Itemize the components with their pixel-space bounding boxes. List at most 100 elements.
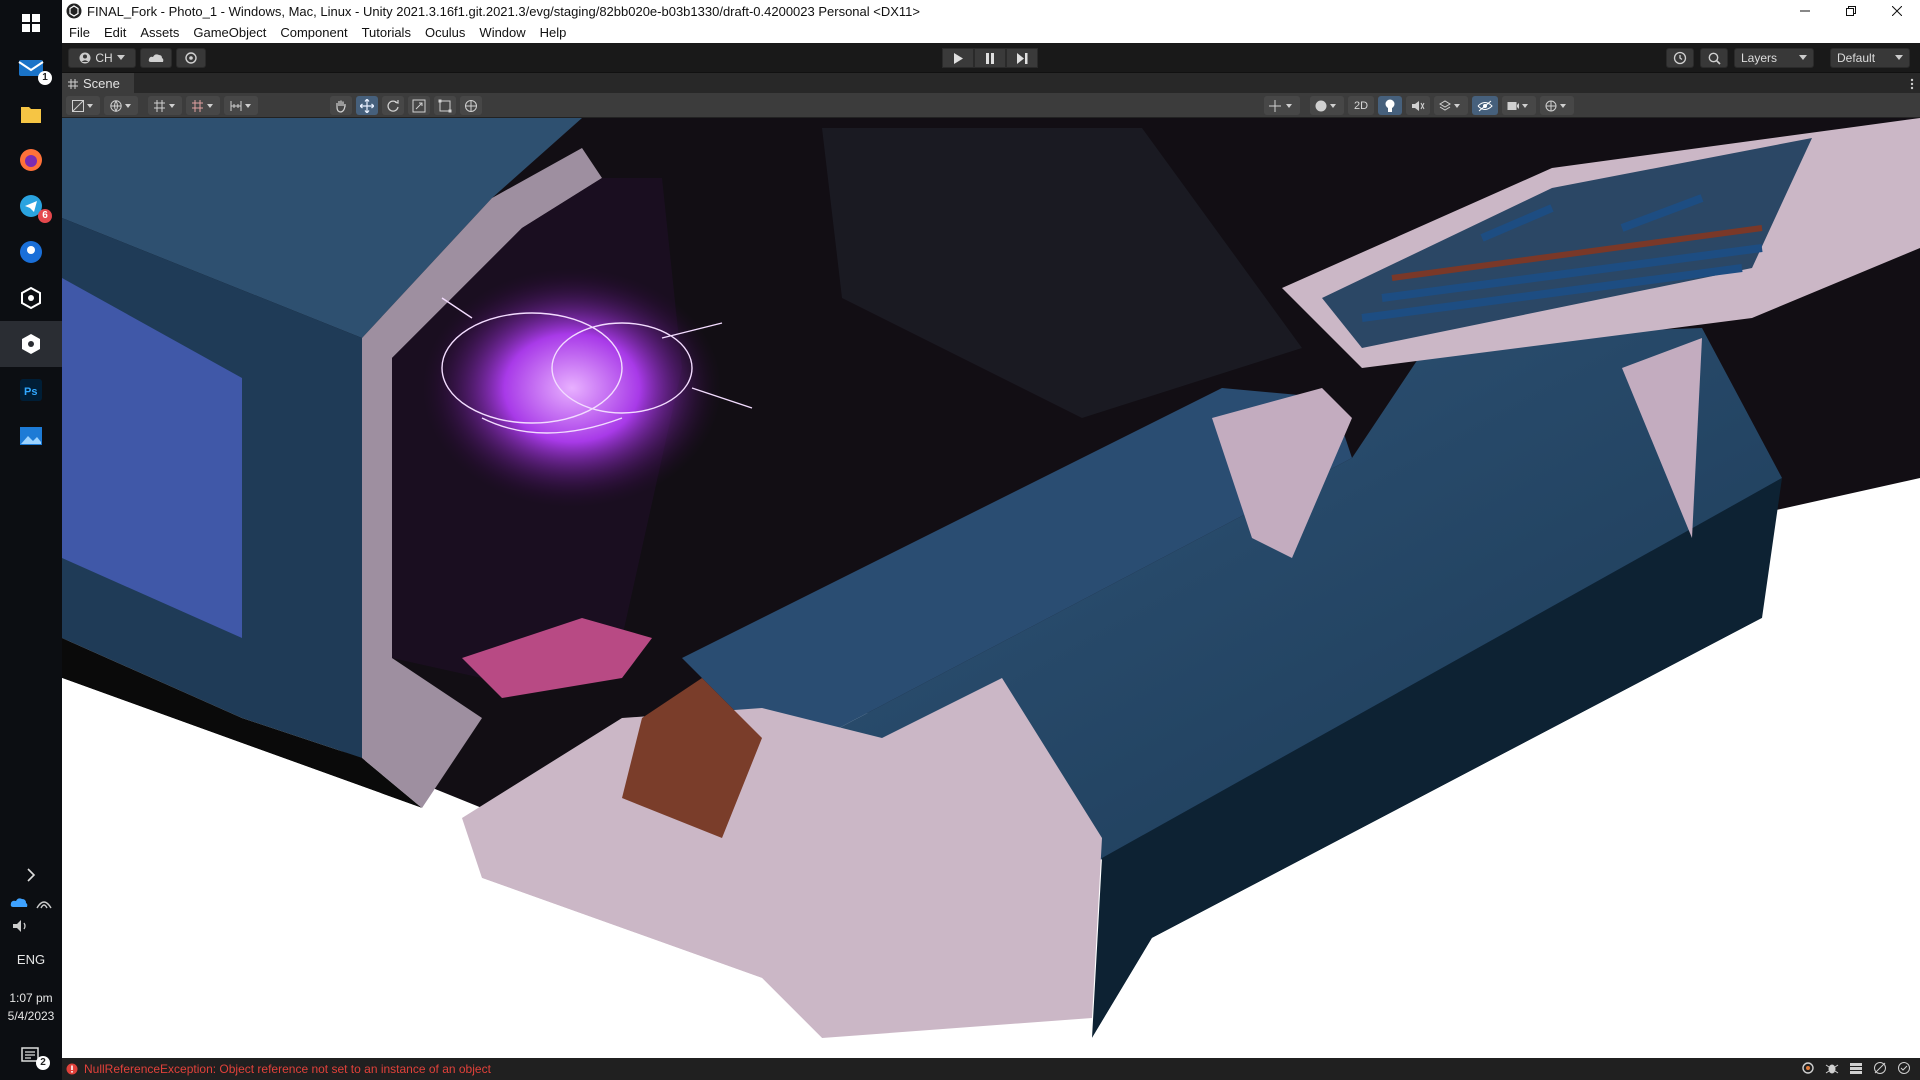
rect-transform-icon [438,99,452,112]
svg-text:Ps: Ps [24,386,37,398]
transform-tool-button[interactable] [460,96,482,115]
error-message: NullReferenceException: Object reference… [84,1062,491,1076]
language-indicator[interactable]: ENG [0,952,62,967]
search-icon [1708,52,1721,65]
scene-tab-label: Scene [83,76,120,91]
menu-tutorials[interactable]: Tutorials [355,25,418,40]
layers-dropdown[interactable]: Layers [1734,48,1814,68]
menu-edit[interactable]: Edit [97,25,133,40]
notifications-icon[interactable]: 2 [0,1040,62,1072]
layout-dropdown[interactable]: Default [1830,48,1910,68]
history-button[interactable] [1666,48,1694,68]
grid-icon [68,78,78,89]
telegram-badge: 6 [38,209,52,223]
search-button[interactable] [1700,48,1728,68]
effects-dropdown[interactable] [1434,96,1468,115]
hand-tool-button[interactable] [330,96,352,115]
title-bar: FINAL_Fork - Photo_1 - Windows, Mac, Lin… [62,0,1920,22]
menu-window[interactable]: Window [472,25,532,40]
scale-tool-button[interactable] [408,96,430,115]
restore-button[interactable] [1828,0,1874,22]
menu-help[interactable]: Help [533,25,574,40]
clock-time[interactable]: 1:07 pm [0,991,62,1005]
unity-logo-icon [66,3,82,19]
step-icon [1016,52,1027,64]
photoshop-icon[interactable]: Ps [0,367,62,413]
draw-mode-dropdown[interactable] [66,96,100,115]
account-dropdown[interactable]: CH [68,48,136,68]
cache-server-icon[interactable] [1848,1061,1864,1075]
eye-hidden-icon [1477,100,1493,111]
pivot-dropdown[interactable] [1264,96,1300,115]
step-button[interactable] [1006,48,1038,68]
play-controls [942,48,1038,68]
shading-dropdown[interactable] [1310,96,1344,115]
notifications-badge: 2 [36,1056,50,1070]
status-bar[interactable]: NullReferenceException: Object reference… [62,1058,1920,1080]
increment-snap-dropdown[interactable] [186,96,220,115]
wifi-icon[interactable] [36,895,52,909]
error-icon [66,1063,78,1075]
audio-toggle[interactable] [1406,96,1430,115]
play-button[interactable] [942,48,974,68]
pivot-icon [1269,99,1292,112]
menu-assets[interactable]: Assets [133,25,186,40]
move-tool-button[interactable] [356,96,378,115]
collab-icon [185,52,197,64]
firefox-icon[interactable] [0,137,62,183]
ruler-dropdown[interactable] [224,96,258,115]
network-icon[interactable] [1872,1061,1888,1075]
move-icon [360,98,374,113]
tray-cloud-wifi [0,890,62,914]
camera-settings-dropdown[interactable] [1502,96,1536,115]
maps-icon[interactable] [0,229,62,275]
minimize-button[interactable] [1782,0,1828,22]
menu-file[interactable]: File [62,25,97,40]
audio-muted-icon [1412,100,1425,111]
mode-2d-label: 2D [1353,99,1369,112]
rotate-tool-button[interactable] [382,96,404,115]
grid-snap-dropdown[interactable] [148,96,182,115]
scene-visibility-toggle[interactable] [1472,96,1498,115]
scale-icon [412,99,426,112]
account-icon [79,52,91,64]
volume-icon[interactable] [0,914,62,938]
chevron-down-icon [1799,55,1807,60]
layout-label: Default [1837,51,1876,65]
tab-scene[interactable]: Scene [62,73,134,94]
portal-effect [422,268,722,508]
auto-generate-lighting-icon[interactable] [1896,1061,1912,1075]
unity-editor-icon[interactable] [0,321,62,367]
gizmos-dropdown[interactable] [1540,96,1574,115]
pause-button[interactable] [974,48,1006,68]
chevron-right-icon[interactable] [0,860,62,890]
menu-gameobject[interactable]: GameObject [186,25,273,40]
menu-component[interactable]: Component [273,25,354,40]
scene-viewport[interactable] [62,118,1920,1058]
progress-icon[interactable] [1800,1061,1816,1075]
clock-date[interactable]: 5/4/2023 [0,1009,62,1023]
play-icon [954,52,963,64]
file-explorer-icon[interactable] [0,91,62,137]
close-button[interactable] [1874,0,1920,22]
render-mode-dropdown[interactable] [104,96,138,115]
debug-icon[interactable] [1824,1061,1840,1075]
rect-tool-button[interactable] [434,96,456,115]
collab-button[interactable] [176,48,206,68]
chevron-down-icon [1895,55,1903,60]
ruler-icon [230,100,251,111]
windows-start-icon[interactable] [0,0,62,46]
menu-oculus[interactable]: Oculus [418,25,472,40]
onedrive-icon[interactable] [10,896,28,908]
toggle-2d-button[interactable]: 2D [1348,96,1374,115]
cloud-button[interactable] [140,48,172,68]
telegram-icon[interactable]: 6 [0,183,62,229]
photos-icon[interactable] [0,413,62,459]
scene-render [62,118,1920,1058]
main-toolbar: CH Layers Default [62,43,1920,72]
rotate-icon [387,99,399,112]
mail-app-icon[interactable]: 1 [0,45,62,91]
lighting-toggle[interactable] [1378,96,1402,115]
unity-hub-icon[interactable] [0,275,62,321]
light-bulb-icon [1385,99,1395,112]
